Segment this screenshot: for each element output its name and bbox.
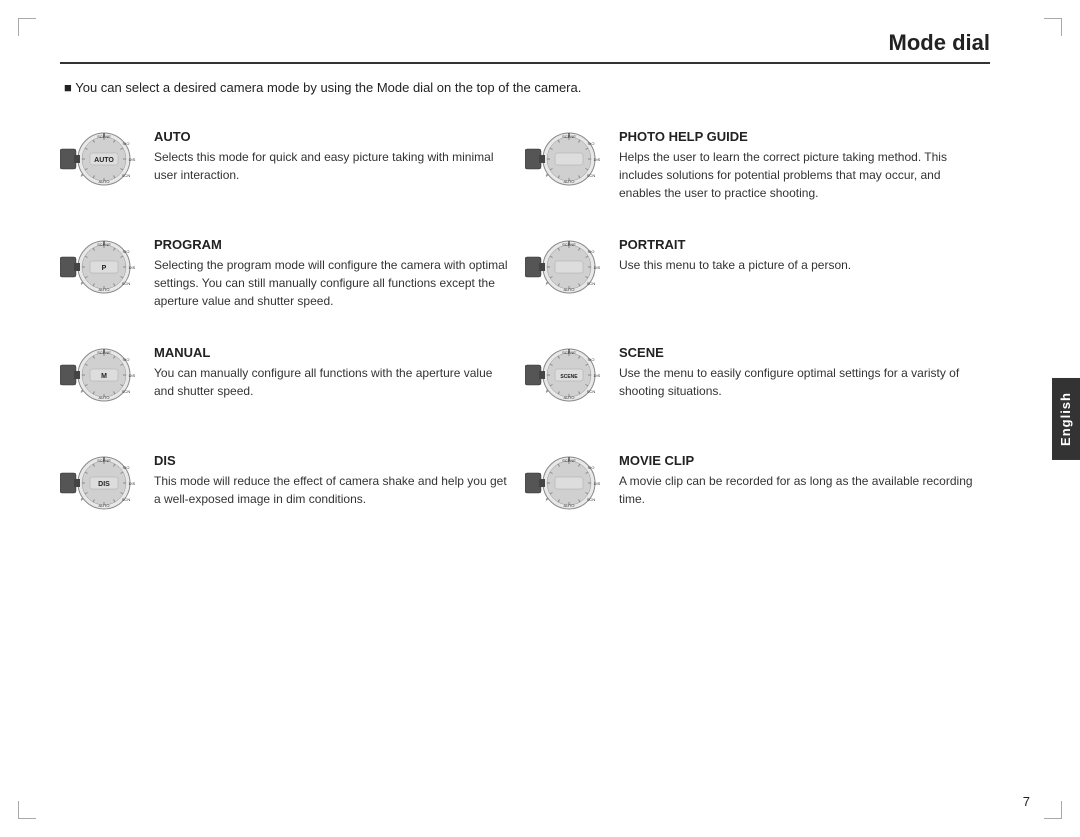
mode-item-scene: SCENE SIO DIS SCN AUTO P SCENE SCENE Use … [525,331,990,439]
page-number: 7 [1023,794,1030,809]
svg-text:SCENE: SCENE [560,374,578,380]
dial-icon-movie-clip: SCENE SIO DIS SCN AUTO P [525,453,605,533]
mode-item-movie-clip: SCENE SIO DIS SCN AUTO P MOVIE CLIP A mov… [525,439,990,547]
mode-text-auto: AUTO Selects this mode for quick and easy… [154,129,515,184]
svg-text:DIS: DIS [594,265,601,270]
svg-text:SIO: SIO [588,249,595,254]
svg-text:SIO: SIO [588,141,595,146]
mode-description: Use the menu to easily configure optimal… [619,364,980,400]
mode-text-photo-help-guide: PHOTO HELP GUIDE Helps the user to learn … [619,129,980,202]
corner-tr [1044,18,1062,36]
dial-icon-dis: SCENE SIO DIS SCN AUTO P DIS [60,453,140,533]
svg-text:DIS: DIS [594,373,601,378]
corner-tl [18,18,36,36]
svg-text:DIS: DIS [129,265,136,270]
svg-text:SIO: SIO [588,465,595,470]
svg-text:SCN: SCN [587,173,596,178]
page-title: Mode dial [60,30,990,64]
svg-text:P: P [546,389,549,394]
mode-text-portrait: PORTRAIT Use this menu to take a picture … [619,237,980,274]
mode-item-photo-help-guide: SCENE SIO DIS SCN AUTO P PHOTO HELP GUID… [525,115,990,223]
mode-item-program: SCENE SIO DIS SCN AUTO P P PROGRAM Select… [60,223,525,331]
svg-text:AUTO: AUTO [563,395,574,400]
svg-text:SIO: SIO [123,357,130,362]
mode-name: MOVIE CLIP [619,453,980,468]
svg-text:SCN: SCN [587,281,596,286]
svg-text:P: P [81,389,84,394]
mode-description: You can manually configure all functions… [154,364,515,400]
svg-text:P: P [81,173,84,178]
svg-text:P: P [81,497,84,502]
mode-item-manual: SCENE SIO DIS SCN AUTO P M MANUAL You can… [60,331,525,439]
mode-name: MANUAL [154,345,515,360]
mode-item-auto: SCENE SIO DIS SCN AUTO P AUTO AUTO Select… [60,115,525,223]
svg-text:SCN: SCN [587,389,596,394]
svg-text:P: P [546,173,549,178]
mode-name: PHOTO HELP GUIDE [619,129,980,144]
mode-description: Helps the user to learn the correct pict… [619,148,980,202]
dial-icon-scene: SCENE SIO DIS SCN AUTO P SCENE [525,345,605,425]
mode-text-dis: DIS This mode will reduce the effect of c… [154,453,515,508]
svg-text:DIS: DIS [129,373,136,378]
svg-text:AUTO: AUTO [563,287,574,292]
svg-text:AUTO: AUTO [98,503,109,508]
svg-text:DIS: DIS [594,157,601,162]
svg-text:SIO: SIO [588,357,595,362]
mode-name: PORTRAIT [619,237,980,252]
svg-text:SCN: SCN [587,497,596,502]
corner-bl [18,801,36,819]
mode-name: AUTO [154,129,515,144]
page-container: English Mode dial You can select a desir… [0,0,1080,837]
mode-name: DIS [154,453,515,468]
svg-text:P: P [102,265,107,272]
dial-icon-manual: SCENE SIO DIS SCN AUTO P M [60,345,140,425]
svg-text:SCN: SCN [122,281,131,286]
svg-text:P: P [81,281,84,286]
svg-text:DIS: DIS [98,481,110,488]
mode-item-dis: SCENE SIO DIS SCN AUTO P DIS DIS This mod… [60,439,525,547]
svg-text:DIS: DIS [129,157,136,162]
svg-text:AUTO: AUTO [94,157,114,164]
mode-text-program: PROGRAM Selecting the program mode will c… [154,237,515,310]
svg-text:SCN: SCN [122,173,131,178]
mode-description: Use this menu to take a picture of a per… [619,256,980,274]
dial-icon-portrait: SCENE SIO DIS SCN AUTO P [525,237,605,317]
svg-text:SIO: SIO [123,141,130,146]
dial-icon-photo-help-guide: SCENE SIO DIS SCN AUTO P [525,129,605,209]
modes-grid: SCENE SIO DIS SCN AUTO P AUTO AUTO Select… [60,115,990,547]
mode-name: SCENE [619,345,980,360]
svg-text:SIO: SIO [123,465,130,470]
svg-text:P: P [546,281,549,286]
svg-text:AUTO: AUTO [98,287,109,292]
mode-text-manual: MANUAL You can manually configure all fun… [154,345,515,400]
svg-text:P: P [546,497,549,502]
svg-text:AUTO: AUTO [98,395,109,400]
svg-text:SCN: SCN [122,389,131,394]
svg-text:DIS: DIS [594,481,601,486]
mode-item-portrait: SCENE SIO DIS SCN AUTO P PORTRAIT Use thi… [525,223,990,331]
svg-text:AUTO: AUTO [563,503,574,508]
svg-text:SCN: SCN [122,497,131,502]
mode-text-movie-clip: MOVIE CLIP A movie clip can be recorded f… [619,453,980,508]
corner-br [1044,801,1062,819]
mode-description: Selects this mode for quick and easy pic… [154,148,515,184]
intro-text: You can select a desired camera mode by … [64,80,1020,95]
mode-description: This mode will reduce the effect of came… [154,472,515,508]
svg-text:M: M [101,373,107,380]
svg-text:AUTO: AUTO [563,179,574,184]
mode-description: A movie clip can be recorded for as long… [619,472,980,508]
mode-name: PROGRAM [154,237,515,252]
dial-icon-auto: SCENE SIO DIS SCN AUTO P AUTO [60,129,140,209]
mode-text-scene: SCENE Use the menu to easily configure op… [619,345,980,400]
svg-text:DIS: DIS [129,481,136,486]
dial-icon-program: SCENE SIO DIS SCN AUTO P P [60,237,140,317]
mode-description: Selecting the program mode will configur… [154,256,515,310]
svg-text:SIO: SIO [123,249,130,254]
sidebar-language-tab: English [1052,378,1080,460]
svg-text:AUTO: AUTO [98,179,109,184]
